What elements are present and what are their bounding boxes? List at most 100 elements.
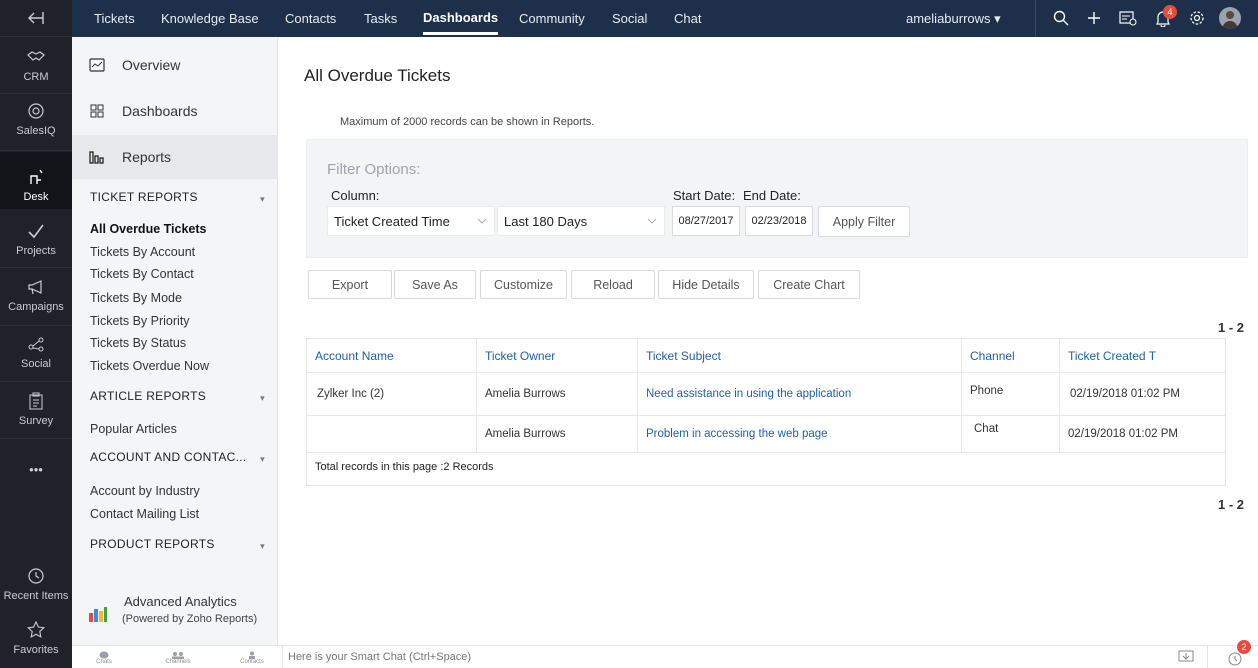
handshake-icon [26, 47, 46, 67]
sidebar-item-dashboards[interactable]: Dashboards [72, 89, 278, 133]
tab-community[interactable]: Community [519, 0, 585, 37]
rail-item-label: SalesIQ [16, 125, 56, 137]
rail-item-projects[interactable]: Projects [0, 221, 72, 257]
start-date-input[interactable]: 08/27/2017 [672, 206, 740, 236]
rail-item-label: Favorites [13, 644, 59, 656]
tab-knowledge-base[interactable]: Knowledge Base [161, 0, 259, 37]
column-header-ticket-created-time[interactable]: Ticket Created T [1060, 339, 1226, 372]
recent-items-button[interactable]: Recent Items [0, 566, 72, 602]
bar-chart-icon [88, 148, 106, 166]
tab-social[interactable]: Social [612, 0, 647, 37]
cell-created-time: 02/19/2018 01:02 PM [1068, 428, 1178, 440]
column-header-account-name[interactable]: Account Name [307, 339, 477, 372]
section-label: ACCOUNT AND CONTAC... [90, 450, 247, 464]
link-tickets-by-status[interactable]: Tickets By Status [90, 336, 186, 350]
column-header-ticket-owner[interactable]: Ticket Owner [477, 339, 638, 372]
star-icon [26, 620, 46, 640]
screen-share-icon[interactable] [1178, 650, 1194, 668]
rail-item-desk[interactable]: Desk [0, 152, 72, 209]
collapse-button[interactable] [0, 0, 72, 37]
divider [282, 646, 283, 668]
apply-filter-button[interactable]: Apply Filter [818, 206, 910, 237]
link-all-overdue-tickets[interactable]: All Overdue Tickets [90, 222, 207, 236]
report-main: All Overdue Tickets Maximum of 2000 reco… [278, 37, 1258, 645]
tab-chat[interactable]: Chat [674, 0, 701, 37]
column-select[interactable]: Ticket Created Time [327, 206, 495, 236]
table-header-row: Account Name Ticket Owner Ticket Subject… [307, 339, 1225, 373]
tab-tasks[interactable]: Tasks [364, 0, 397, 37]
sidebar-item-label: Overview [122, 57, 181, 73]
chevron-down-icon [647, 218, 657, 224]
pagination-range-top: 1 - 2 [1217, 320, 1244, 335]
tab-label: Chats [96, 658, 112, 665]
section-ticket-reports[interactable]: TICKET REPORTS ▾ [90, 190, 265, 205]
end-date-input[interactable]: 02/23/2018 [745, 206, 813, 236]
share-icon [26, 334, 46, 354]
reload-button[interactable]: Reload [571, 270, 655, 299]
smart-chat-input[interactable]: Here is your Smart Chat (Ctrl+Space) [288, 651, 471, 663]
link-tickets-by-contact[interactable]: Tickets By Contact [90, 267, 194, 281]
target-icon [26, 101, 46, 121]
divider [0, 150, 72, 151]
person-icon [249, 651, 255, 659]
rail-item-survey[interactable]: Survey [0, 391, 72, 427]
divider [0, 325, 72, 326]
timesheet-icon[interactable] [1118, 8, 1138, 28]
user-menu[interactable]: ameliaburrows ▾ [906, 0, 1001, 37]
total-records: Total records in this page :2 Records [315, 461, 494, 473]
rail-item-label: Campaigns [8, 301, 64, 313]
tab-tickets[interactable]: Tickets [94, 0, 135, 37]
rail-item-salesiq[interactable]: SalesIQ [0, 101, 72, 137]
link-tickets-overdue-now[interactable]: Tickets Overdue Now [90, 359, 209, 373]
divider [0, 267, 72, 268]
chevron-down-icon: ▾ [260, 393, 265, 403]
table-row: Amelia Burrows Problem in accessing the … [307, 416, 1225, 453]
rail-item-campaigns[interactable]: Campaigns [0, 277, 72, 313]
sidebar-item-overview[interactable]: Overview [72, 43, 278, 87]
create-chart-button[interactable]: Create Chart [758, 270, 860, 299]
section-article-reports[interactable]: ARTICLE REPORTS ▾ [90, 389, 265, 404]
rail-item-social[interactable]: Social [0, 334, 72, 370]
link-account-by-industry[interactable]: Account by Industry [90, 484, 200, 498]
reports-sidebar: Overview Dashboards Reports TICKET REPOR… [72, 37, 278, 645]
sidebar-item-reports[interactable]: Reports [72, 135, 278, 179]
range-select[interactable]: Last 180 Days [497, 206, 665, 236]
link-contact-mailing-list[interactable]: Contact Mailing List [90, 507, 199, 521]
divider [0, 438, 72, 439]
rail-item-crm[interactable]: CRM [0, 47, 72, 83]
column-header-ticket-subject[interactable]: Ticket Subject [638, 339, 962, 372]
divider [0, 381, 72, 382]
link-tickets-by-mode[interactable]: Tickets By Mode [90, 291, 182, 305]
customize-button[interactable]: Customize [480, 270, 567, 299]
cell-ticket-owner: Amelia Burrows [477, 373, 638, 415]
chevron-down-icon [477, 218, 487, 224]
tab-contacts[interactable]: Contacts [285, 0, 336, 37]
table-footer-row: Total records in this page :2 Records [307, 453, 1225, 485]
section-product-reports[interactable]: PRODUCT REPORTS ▾ [90, 537, 265, 552]
ticket-subject-link[interactable]: Problem in accessing the web page [638, 416, 962, 452]
export-button[interactable]: Export [308, 270, 392, 299]
hide-details-button[interactable]: Hide Details [658, 270, 754, 299]
gear-icon[interactable] [1187, 8, 1207, 28]
more-apps-button[interactable]: ••• [0, 462, 72, 477]
add-icon[interactable] [1084, 8, 1104, 28]
channels-tab[interactable]: Channels [148, 647, 208, 668]
avatar[interactable] [1219, 7, 1241, 29]
advanced-analytics-link[interactable]: Advanced Analytics (Powered by Zoho Repo… [88, 593, 273, 633]
section-account-contact[interactable]: ACCOUNT AND CONTAC... ▾ [90, 450, 265, 465]
rail-item-label: Desk [23, 191, 49, 203]
search-icon[interactable] [1051, 8, 1071, 28]
column-header-channel[interactable]: Channel [962, 339, 1060, 372]
link-popular-articles[interactable]: Popular Articles [90, 422, 177, 436]
people-icon [172, 651, 184, 659]
chats-tab[interactable]: Chats [74, 647, 134, 668]
tab-dashboards[interactable]: Dashboards [423, 0, 499, 35]
save-as-button[interactable]: Save As [394, 270, 476, 299]
range-select-value: Last 180 Days [504, 213, 588, 229]
contacts-tab[interactable]: Contacts [222, 647, 282, 668]
tab-label: Channels [165, 658, 191, 665]
favorites-button[interactable]: Favorites [0, 620, 72, 656]
ticket-subject-link[interactable]: Need assistance in using the application [638, 373, 962, 415]
link-tickets-by-account[interactable]: Tickets By Account [90, 245, 195, 259]
link-tickets-by-priority[interactable]: Tickets By Priority [90, 314, 190, 328]
